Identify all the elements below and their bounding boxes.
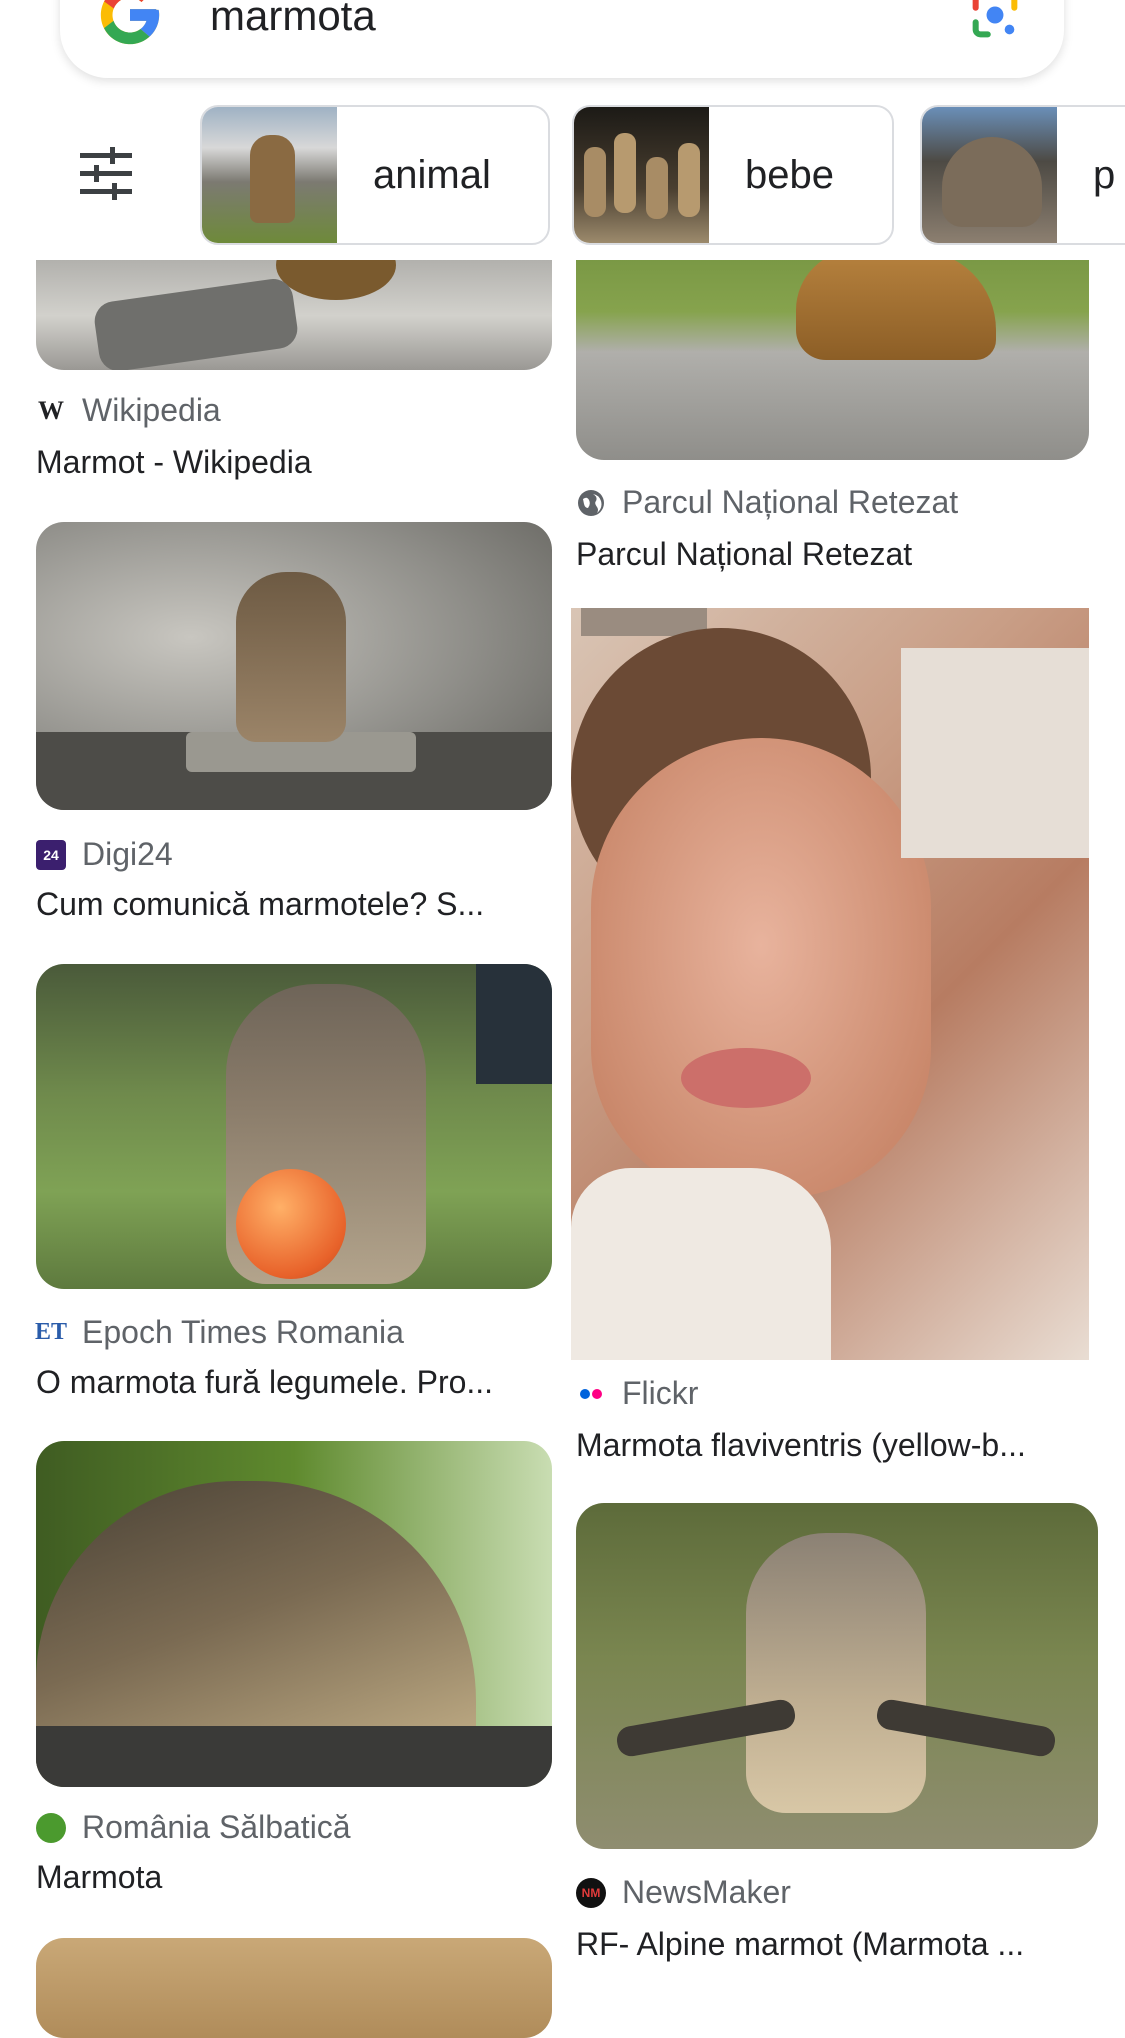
marmot-figure (796, 250, 996, 360)
chip-thumbnail (202, 107, 337, 243)
result-image[interactable] (36, 964, 552, 1289)
wikipedia-icon: W (38, 395, 64, 425)
result-title[interactable]: RF- Alpine marmot (Marmota ... (576, 1926, 1089, 1963)
result-source[interactable]: 24 Digi24 (36, 836, 173, 873)
marmot-figure (746, 1533, 926, 1813)
result-image[interactable] (576, 1503, 1098, 1849)
filter-settings-icon[interactable] (78, 145, 134, 201)
result-title[interactable]: Marmot - Wikipedia (36, 444, 552, 481)
result-image[interactable] (36, 522, 552, 810)
chip-thumbnail (574, 107, 709, 243)
chip-label: bebe (745, 152, 834, 197)
result-title[interactable]: O marmota fură legumele. Pro... (36, 1364, 552, 1401)
result-image[interactable] (36, 1441, 552, 1787)
chip-label: animal (373, 152, 491, 197)
result-image[interactable] (36, 1938, 552, 2038)
result-source[interactable]: NM NewsMaker (576, 1874, 791, 1911)
digi24-icon: 24 (36, 839, 66, 870)
result-title[interactable]: Marmota (36, 1859, 552, 1896)
newsmaker-icon: NM (576, 1877, 606, 1908)
result-source[interactable]: W Wikipedia (36, 392, 221, 429)
chip-bebe[interactable]: bebe (572, 105, 894, 245)
google-lens-icon[interactable] (966, 0, 1024, 44)
face-figure (591, 738, 931, 1198)
chip-animal[interactable]: animal (200, 105, 550, 245)
result-source[interactable]: ET Epoch Times Romania (35, 1314, 404, 1351)
result-source[interactable]: Flickr (576, 1375, 698, 1412)
result-image[interactable] (571, 608, 1089, 1360)
google-logo-icon (100, 0, 160, 45)
result-source[interactable]: Parcul Național Retezat (576, 484, 958, 521)
flickr-icon (576, 1379, 606, 1409)
chip-thumbnail (922, 107, 1057, 243)
result-source[interactable]: România Sălbatică (36, 1809, 351, 1846)
marmot-figure (236, 572, 346, 742)
chip-partial[interactable]: p (920, 105, 1125, 245)
result-title[interactable]: Marmota flaviventris (yellow-b... (576, 1427, 1089, 1464)
epoch-times-icon: ET (35, 1319, 68, 1345)
result-title[interactable]: Parcul Național Retezat (576, 536, 1089, 573)
romania-salbatica-icon (36, 1812, 66, 1843)
chip-label: p (1093, 152, 1116, 197)
result-title[interactable]: Cum comunică marmotele? S... (36, 886, 552, 923)
globe-icon (576, 488, 606, 518)
search-query[interactable]: marmota (210, 0, 376, 40)
